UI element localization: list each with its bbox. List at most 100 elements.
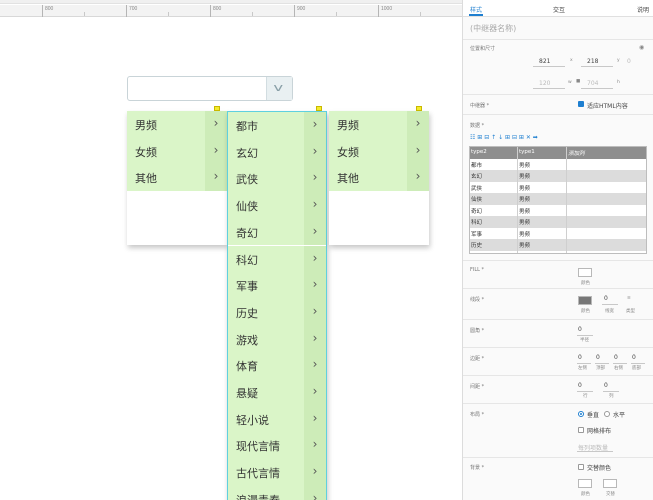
table-row[interactable]: 都市 男频 xyxy=(470,159,646,171)
chevron-right-icon: › xyxy=(407,164,429,192)
add-column-cell[interactable]: 添加列 xyxy=(568,149,585,157)
menu-item[interactable]: 现代言情 › xyxy=(228,432,326,460)
padding-left-input[interactable]: 0 xyxy=(578,354,582,361)
grid-layout-checkbox[interactable] xyxy=(578,427,584,433)
fit-html-checkbox[interactable] xyxy=(578,101,584,107)
tab-interaction[interactable]: 交互 xyxy=(553,5,565,14)
repeater-label: 中继器 * xyxy=(470,103,490,109)
chevron-right-icon: › xyxy=(304,432,326,460)
spacing-label: 间距 * xyxy=(470,384,485,390)
menu-item[interactable]: 浪漫青春› xyxy=(228,485,326,500)
menu-item[interactable]: 男频 › xyxy=(127,111,227,138)
menu-item[interactable]: 玄幻 › xyxy=(228,138,326,166)
fill-label: FILL * xyxy=(470,267,485,273)
rotation-input[interactable]: 0 xyxy=(627,58,631,65)
padding-top-input[interactable]: 0 xyxy=(596,354,600,361)
chevron-right-icon: › xyxy=(304,245,326,273)
height-input[interactable]: 704 xyxy=(587,80,598,87)
menu-item[interactable]: 仙侠 › xyxy=(228,192,326,219)
grid-layout-label: 网格排布 xyxy=(587,428,612,435)
background-label: 背景 * xyxy=(470,465,485,471)
chevron-right-icon: › xyxy=(304,325,326,353)
menu-item[interactable]: 奇幻 › xyxy=(228,218,326,246)
menu-item[interactable]: 游戏 › xyxy=(228,325,326,353)
menu-item[interactable]: 军事 › xyxy=(228,272,326,299)
top-scrollbar[interactable] xyxy=(0,0,462,4)
ruler-tick: 800 xyxy=(210,5,221,17)
chevron-right-icon: › xyxy=(407,137,429,165)
menu-panel-secondary: 都市 › 玄幻 › 武侠 › 仙侠 › 奇幻 › 科幻 › 军事 › 历史 › 游戏 › 体育 › … xyxy=(227,111,327,500)
border-color-swatch[interactable] xyxy=(578,296,592,305)
x-input[interactable]: 821 xyxy=(539,58,550,65)
component-name-input[interactable]: (中继器名称) xyxy=(470,23,516,34)
y-label: y xyxy=(617,58,620,63)
alternate-color-checkbox[interactable] xyxy=(578,464,584,470)
menu-item[interactable]: 武侠 › xyxy=(228,165,326,193)
fill-color-swatch[interactable] xyxy=(578,268,592,277)
note-marker-icon[interactable] xyxy=(214,106,220,111)
lock-icon[interactable]: ■ xyxy=(576,79,580,84)
row-spacing-input[interactable]: 0 xyxy=(578,382,582,389)
menu-item[interactable]: 古代言情 › xyxy=(228,459,326,486)
chevron-right-icon: › xyxy=(407,111,429,138)
chevron-right-icon: › xyxy=(205,164,227,192)
eye-icon[interactable]: ◉ xyxy=(639,44,644,51)
layout-horizontal-radio[interactable] xyxy=(604,411,610,417)
table-row[interactable]: 科幻 男频 xyxy=(470,216,646,228)
border-label: 线段 * xyxy=(470,297,485,303)
table-row[interactable]: 玄幻 男频 xyxy=(470,170,646,182)
table-row[interactable]: 游戏男频 xyxy=(470,251,646,254)
ruler-tick: 1000 xyxy=(378,5,392,17)
note-marker-icon[interactable] xyxy=(316,106,322,111)
fit-html-label: 适应HTML内容 xyxy=(587,103,628,110)
table-row[interactable]: 历史 男频 xyxy=(470,239,646,251)
table-row[interactable]: 仙侠 男频 xyxy=(470,193,646,205)
category-dropdown[interactable]: v xyxy=(127,76,293,101)
border-type-icon[interactable]: ≡ xyxy=(627,296,631,301)
table-row[interactable]: 武侠 男频 xyxy=(470,182,646,194)
menu-item[interactable]: 其他 › xyxy=(127,164,227,192)
data-toolbar[interactable]: ☷ ⊞ ⊟ ↑ ↓ ⊞ ⊟ ⊞ ✕ ➡ xyxy=(470,134,538,141)
chevron-right-icon: › xyxy=(304,298,326,326)
chevron-right-icon: › xyxy=(304,459,326,486)
padding-right-input[interactable]: 0 xyxy=(614,354,618,361)
repeater-data-grid[interactable]: type2 type1 添加列 都市 男频 玄幻 男频 武侠 男频 仙侠 男频 奇幻 男频… xyxy=(469,146,647,254)
app-root: 800 700 800 900 1000 v 男频 › 女频 › 其他 › 都市 › 玄… xyxy=(0,0,653,500)
chevron-right-icon: › xyxy=(205,111,227,138)
data-label: 数据 * xyxy=(470,123,485,129)
chevron-right-icon: › xyxy=(304,192,326,219)
chevron-down-icon: v xyxy=(273,81,284,94)
table-row[interactable]: 奇幻 男频 xyxy=(470,205,646,217)
menu-item[interactable]: 科幻 › xyxy=(228,245,326,273)
note-marker-icon[interactable] xyxy=(416,106,422,111)
menu-item[interactable]: 女频 › xyxy=(127,137,227,165)
menu-item[interactable]: 男频 › xyxy=(329,111,429,138)
design-canvas[interactable]: 800 700 800 900 1000 v 男频 › 女频 › 其他 › 都市 › 玄… xyxy=(0,0,462,500)
col-spacing-input[interactable]: 0 xyxy=(604,382,608,389)
menu-item[interactable]: 女频 › xyxy=(329,137,429,165)
menu-item[interactable]: 历史 › xyxy=(228,298,326,326)
chevron-right-icon: › xyxy=(304,112,326,139)
menu-item[interactable]: 体育 › xyxy=(228,352,326,379)
tab-style[interactable]: 样式 xyxy=(470,5,482,14)
ruler-tick: 700 xyxy=(126,5,137,17)
tab-notes[interactable]: 说明 xyxy=(637,5,649,14)
radius-input[interactable]: 0 xyxy=(578,326,582,333)
menu-item[interactable]: 其他 › xyxy=(329,164,429,192)
position-size-label: 位置和尺寸 xyxy=(470,46,496,52)
chevron-right-icon: › xyxy=(304,485,326,500)
table-row[interactable]: 军事 男频 xyxy=(470,228,646,240)
menu-item[interactable]: 都市 › xyxy=(228,112,326,139)
menu-item[interactable]: 轻小说 › xyxy=(228,405,326,433)
padding-bottom-input[interactable]: 0 xyxy=(632,354,636,361)
y-input[interactable]: 218 xyxy=(587,58,598,65)
bg-color-swatch[interactable] xyxy=(578,479,592,488)
layout-vertical-radio[interactable] xyxy=(578,411,584,417)
alt-color-swatch[interactable] xyxy=(603,479,617,488)
border-width-input[interactable]: 0 xyxy=(604,295,608,302)
dropdown-arrow[interactable]: v xyxy=(266,77,292,100)
width-input[interactable]: 120 xyxy=(539,80,550,87)
chevron-right-icon: › xyxy=(205,137,227,165)
menu-item[interactable]: 悬疑 › xyxy=(228,379,326,406)
menu-panel-primary: 男频 › 女频 › 其他 › xyxy=(127,111,227,245)
